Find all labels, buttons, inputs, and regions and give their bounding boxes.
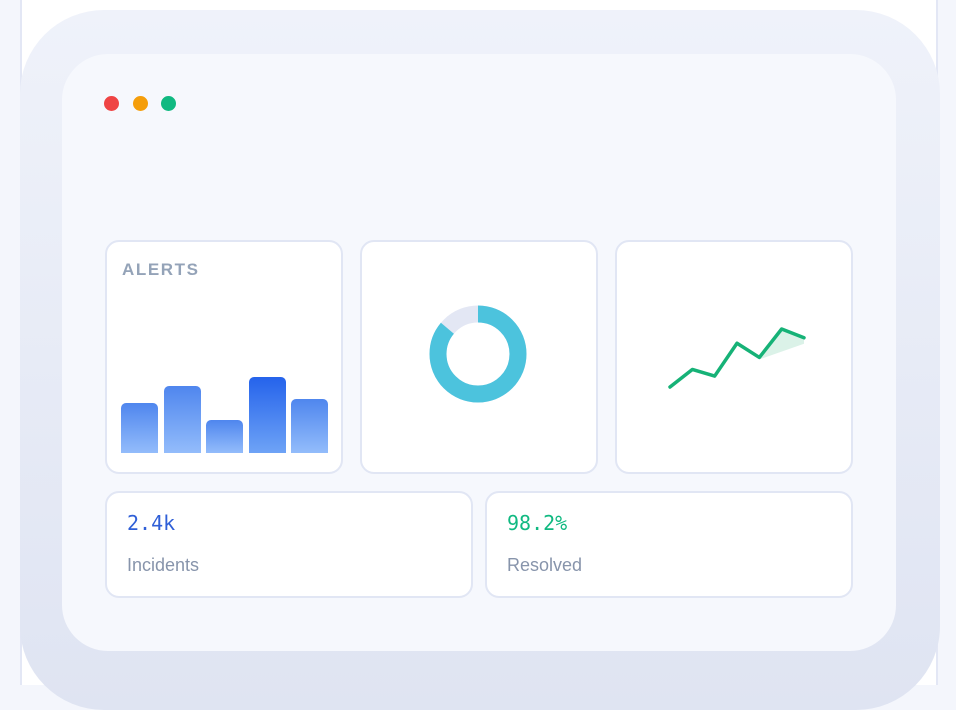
donut-card[interactable] bbox=[360, 240, 598, 474]
alerts-bar bbox=[206, 420, 243, 453]
minimize-window-button[interactable] bbox=[133, 96, 148, 111]
donut-chart bbox=[429, 305, 527, 403]
maximize-window-button[interactable] bbox=[161, 96, 176, 111]
alerts-bar bbox=[291, 399, 328, 453]
resolved-label: Resolved bbox=[507, 555, 583, 575]
incidents-stat-card[interactable]: 2.4k Incidents bbox=[105, 491, 473, 598]
incidents-label: Incidents bbox=[127, 555, 200, 575]
alerts-bar bbox=[121, 403, 158, 453]
trend-sparkline bbox=[668, 327, 806, 389]
trend-card[interactable] bbox=[615, 240, 853, 474]
alerts-bar bbox=[163, 386, 201, 453]
close-window-button[interactable] bbox=[104, 96, 119, 111]
resolved-stat-card[interactable]: 98.2% Resolved bbox=[485, 491, 853, 598]
alerts-card[interactable]: ALERTS bbox=[105, 240, 343, 474]
alerts-bar-chart bbox=[107, 242, 341, 472]
incidents-value: 2.4k bbox=[127, 511, 176, 535]
alerts-bar bbox=[248, 377, 286, 453]
resolved-value: 98.2% bbox=[507, 511, 568, 535]
